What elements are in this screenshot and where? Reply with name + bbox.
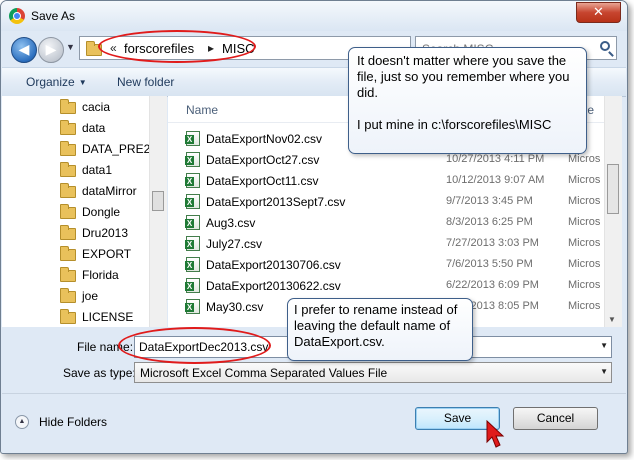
file-type: Micros bbox=[568, 174, 601, 186]
file-name: Aug3.csv bbox=[206, 216, 256, 230]
file-date: 10/12/2013 9:07 AM bbox=[446, 174, 545, 186]
filename-highlight-ring bbox=[118, 327, 271, 364]
table-row[interactable]: DataExport20130622.csv 6/22/2013 6:09 PM M… bbox=[168, 275, 604, 296]
nav-label: Dongle bbox=[82, 205, 121, 219]
file-type: Micros bbox=[568, 300, 601, 312]
column-header-name[interactable]: Name bbox=[186, 103, 218, 117]
file-date: 9/7/2013 3:45 PM bbox=[446, 195, 533, 207]
table-row[interactable]: July27.csv 7/27/2013 3:03 PM Micros bbox=[168, 233, 604, 254]
folder-icon bbox=[60, 309, 76, 324]
file-type: Micros bbox=[568, 153, 601, 165]
window-title: Save As bbox=[31, 9, 76, 23]
excel-file-icon bbox=[185, 194, 200, 209]
file-date: 8/3/2013 6:25 PM bbox=[446, 216, 533, 228]
file-type: Micros bbox=[568, 237, 601, 249]
chevron-up-icon: ▲ bbox=[15, 415, 29, 429]
file-list-scrollbar[interactable]: ▼ bbox=[604, 96, 622, 327]
file-type: Micros bbox=[568, 216, 601, 228]
file-name: DataExport2013Sept7.csv bbox=[206, 195, 346, 209]
new-folder-button[interactable]: New folder bbox=[117, 75, 174, 89]
excel-file-icon bbox=[185, 152, 200, 167]
nav-pane-scrollbar[interactable] bbox=[149, 96, 167, 327]
save-as-type-value: Microsoft Excel Comma Separated Values F… bbox=[140, 366, 388, 380]
file-name: DataExportOct27.csv bbox=[206, 153, 320, 167]
excel-file-icon bbox=[185, 257, 200, 272]
excel-file-icon bbox=[185, 236, 200, 251]
location-callout: It doesn't matter where you save the fil… bbox=[348, 47, 587, 154]
forward-button[interactable]: ▶ bbox=[38, 37, 64, 63]
excel-file-icon bbox=[185, 278, 200, 293]
chrome-icon bbox=[9, 8, 25, 24]
callout-1-text-1: It doesn't matter where you save the fil… bbox=[357, 53, 570, 100]
file-name: DataExportOct11.csv bbox=[206, 174, 319, 188]
type-dropdown-icon[interactable]: ▼ bbox=[600, 367, 608, 376]
file-scrollbar-thumb[interactable] bbox=[607, 164, 619, 214]
back-button[interactable]: ◀ bbox=[11, 37, 37, 63]
table-row[interactable]: DataExport20130706.csv 7/6/2013 5:50 PM Mi… bbox=[168, 254, 604, 275]
nav-label: cacia bbox=[82, 100, 111, 114]
file-type: Micros bbox=[568, 195, 601, 207]
file-date: 6/22/2013 6:09 PM bbox=[446, 279, 539, 291]
folder-icon bbox=[60, 99, 76, 114]
file-name: July27.csv bbox=[206, 237, 263, 251]
nav-label: Florida bbox=[82, 268, 119, 282]
chevron-down-icon: ▼ bbox=[78, 78, 87, 87]
file-name: May30.csv bbox=[206, 300, 264, 314]
file-date: 7/6/2013 5:50 PM bbox=[446, 258, 533, 270]
cursor-arrow-icon bbox=[486, 420, 505, 448]
table-row[interactable]: DataExportOct11.csv 10/12/2013 9:07 AM Mic… bbox=[168, 170, 604, 191]
folder-icon bbox=[60, 267, 76, 282]
nav-label: data1 bbox=[82, 163, 113, 177]
callout-2-text: I prefer to rename instead of leaving th… bbox=[294, 302, 458, 349]
filename-dropdown-icon[interactable]: ▼ bbox=[600, 341, 608, 350]
folder-icon bbox=[60, 183, 76, 198]
nav-label: EXPORT bbox=[82, 247, 132, 261]
cancel-button[interactable]: Cancel bbox=[513, 407, 598, 430]
excel-file-icon bbox=[185, 173, 200, 188]
history-chevron-icon[interactable]: ▼ bbox=[66, 42, 75, 52]
file-date: 10/27/2013 4:11 PM bbox=[446, 153, 545, 165]
close-button[interactable]: ✕ bbox=[576, 2, 621, 23]
file-date: 7/27/2013 3:03 PM bbox=[446, 237, 539, 249]
title-bar[interactable]: Save As ✕ bbox=[1, 1, 627, 31]
scroll-down-icon[interactable]: ▼ bbox=[608, 315, 616, 324]
excel-file-icon bbox=[185, 215, 200, 230]
file-type: Micros bbox=[568, 279, 601, 291]
nav-label: dataMirror bbox=[82, 184, 137, 198]
file-name: DataExport20130706.csv bbox=[206, 258, 341, 272]
nav-label: data bbox=[82, 121, 106, 135]
folder-icon bbox=[60, 162, 76, 177]
nav-scrollbar-thumb[interactable] bbox=[152, 191, 164, 211]
folder-icon bbox=[60, 288, 76, 303]
navigation-pane: cacia data DATA_PRE250 data1 dataMirror … bbox=[2, 96, 167, 327]
folder-icon bbox=[60, 246, 76, 261]
folder-icon bbox=[60, 120, 76, 135]
file-name: DataExportNov02.csv bbox=[206, 132, 323, 146]
organize-label: Organize bbox=[26, 75, 75, 89]
excel-file-icon bbox=[185, 131, 200, 146]
file-name: DataExport20130622.csv bbox=[206, 279, 341, 293]
table-row[interactable]: DataExport2013Sept7.csv 9/7/2013 3:45 PM M… bbox=[168, 191, 604, 212]
hide-folders-label: Hide Folders bbox=[39, 415, 108, 429]
save-as-type-select[interactable]: Microsoft Excel Comma Separated Values F… bbox=[134, 362, 612, 383]
nav-label: Dru2013 bbox=[82, 226, 129, 240]
nav-label: LICENSE bbox=[82, 310, 134, 324]
folder-icon bbox=[60, 204, 76, 219]
address-highlight-ring bbox=[98, 30, 256, 63]
search-icon[interactable] bbox=[600, 41, 610, 51]
table-row[interactable]: Aug3.csv 8/3/2013 6:25 PM Micros bbox=[168, 212, 604, 233]
folder-icon bbox=[60, 141, 76, 156]
rename-callout: I prefer to rename instead of leaving th… bbox=[287, 298, 473, 361]
save-as-type-label: Save as type: bbox=[63, 366, 136, 380]
file-type: Micros bbox=[568, 258, 601, 270]
nav-label: joe bbox=[82, 289, 99, 303]
organize-button[interactable]: Organize ▼ bbox=[26, 75, 87, 89]
excel-file-icon bbox=[185, 299, 200, 314]
folder-icon bbox=[60, 225, 76, 240]
divider bbox=[2, 393, 626, 394]
callout-1-text-2: I put mine in c:\forscorefiles\MISC bbox=[357, 117, 552, 132]
